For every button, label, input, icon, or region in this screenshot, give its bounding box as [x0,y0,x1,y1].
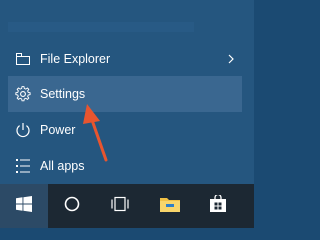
menu-item-label: Power [40,123,76,137]
start-button[interactable] [0,184,48,228]
settings-gear-icon [8,86,38,102]
store-icon [209,193,227,218]
file-explorer-taskbar-button[interactable] [146,184,194,228]
start-menu: File Explorer Settings Power All apps [0,0,254,184]
menu-faint-divider [8,22,194,32]
file-explorer-folder-icon [159,195,181,218]
windows-start-icon [16,195,32,217]
menu-item-label: File Explorer [40,52,111,66]
search-button[interactable] [48,184,96,228]
task-view-button[interactable] [96,184,144,228]
all-apps-icon [8,159,38,173]
taskbar [0,184,254,228]
menu-item-power[interactable]: Power [8,112,242,148]
menu-item-label: All apps [40,159,85,173]
file-explorer-icon [8,53,38,65]
task-view-icon [110,196,130,217]
power-icon [8,122,38,138]
search-cortana-icon [64,196,80,217]
menu-item-all-apps[interactable]: All apps [8,148,242,184]
menu-item-label: Settings [40,87,86,101]
store-button[interactable] [194,184,242,228]
menu-item-settings[interactable]: Settings [8,76,242,112]
chevron-right-icon [228,54,234,64]
menu-item-file-explorer[interactable]: File Explorer [8,41,242,77]
